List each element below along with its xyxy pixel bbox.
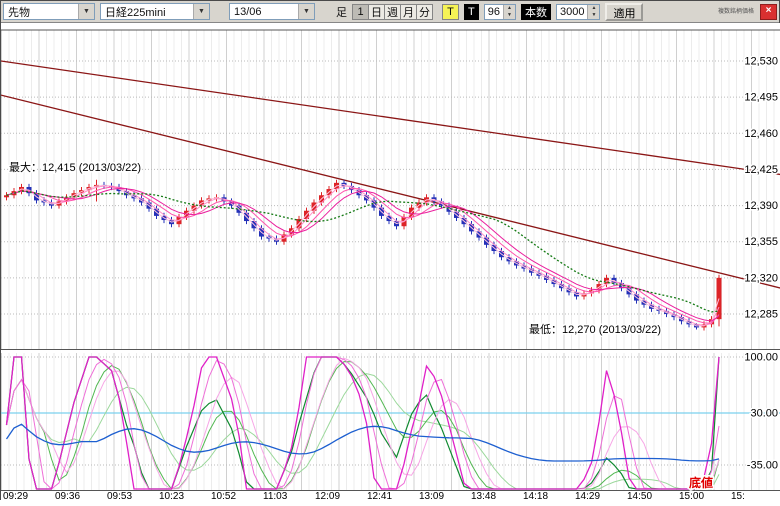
oscillator-layer (1, 357, 780, 489)
toolbar: 先物 ▼ 日経225mini ▼ 13/06 ▼ 足 1 日 週 月 分 T T… (1, 1, 779, 23)
period-button-1[interactable]: 1 (352, 4, 369, 20)
close-icon[interactable]: × (760, 4, 777, 20)
chart-area: 12,530 12,495 12,460 12,425 12,390 12,355 12,3… (1, 23, 780, 501)
toolbar-corner: 複数銘柄価格 × (718, 4, 777, 20)
spin-down-icon[interactable]: ▼ (504, 12, 515, 19)
bottom-price-annotation: 底値 (689, 475, 713, 490)
stepper-arrows: ▲ ▼ (587, 5, 599, 19)
svg-text:12,425: 12,425 (744, 164, 778, 176)
spin-up-icon[interactable]: ▲ (588, 5, 599, 12)
instrument-value: 先物 (8, 4, 30, 20)
chart-window: 先物 ▼ 日経225mini ▼ 13/06 ▼ 足 1 日 週 月 分 T T… (0, 0, 780, 500)
dropdown-arrow-icon[interactable]: ▼ (298, 4, 314, 19)
dropdown-arrow-icon[interactable]: ▼ (78, 4, 94, 19)
svg-text:12,495: 12,495 (744, 92, 778, 104)
contract-month-select[interactable]: 13/06 ▼ (229, 3, 315, 20)
oscillator-axis: 100.00 30.00 -35.00 (744, 352, 778, 472)
svg-text:100.00: 100.00 (744, 352, 778, 364)
tick-count-value: 96 (485, 5, 503, 19)
ma-ribbon-layer (7, 184, 720, 326)
corner-caption: 複数銘柄価格 (718, 9, 758, 15)
price-axis: 12,530 12,495 12,460 12,425 12,390 12,355 12,3… (744, 56, 778, 321)
oscillator-blue-line (7, 424, 720, 461)
long-ma-lower (1, 95, 780, 288)
stepper-arrows: ▲ ▼ (503, 5, 515, 19)
period-button-minute[interactable]: 分 (416, 4, 433, 20)
svg-text:12,285: 12,285 (744, 309, 778, 321)
apply-button[interactable]: 適用 (605, 3, 643, 21)
trend-ma-layer (1, 61, 780, 288)
period-button-month[interactable]: 月 (400, 4, 417, 20)
contract-month-value: 13/06 (234, 6, 262, 18)
tick-toggle-button[interactable]: T (442, 4, 459, 20)
price-chart-svg: 12,530 12,495 12,460 12,425 12,390 12,355 12,3… (1, 23, 780, 501)
period-label: 足 (336, 4, 347, 20)
bar-count-stepper[interactable]: 3000 ▲ ▼ (556, 4, 600, 20)
min-annotation: 最低：12,270 (2013/03/22) (529, 323, 661, 336)
candles-layer (4, 180, 722, 331)
svg-text:12,320: 12,320 (744, 272, 778, 284)
svg-text:12,355: 12,355 (744, 236, 778, 248)
instrument-select[interactable]: 先物 ▼ (3, 3, 95, 20)
period-button-group: 1 日 週 月 分 (352, 4, 433, 20)
max-annotation: 最大：12,415 (2013/03/22) (9, 160, 141, 174)
dropdown-arrow-icon[interactable]: ▼ (193, 4, 209, 19)
tick-label: T (464, 4, 479, 20)
bar-count-value: 3000 (557, 5, 587, 19)
period-button-week[interactable]: 週 (384, 4, 401, 20)
spin-down-icon[interactable]: ▼ (588, 12, 599, 19)
long-ma-upper (1, 61, 780, 175)
grid-layer (1, 30, 780, 491)
svg-text:12,390: 12,390 (744, 200, 778, 212)
svg-text:-35.00: -35.00 (747, 460, 778, 472)
bar-count-label: 本数 (521, 4, 551, 20)
period-button-day[interactable]: 日 (368, 4, 385, 20)
svg-text:12,530: 12,530 (744, 56, 778, 68)
symbol-select[interactable]: 日経225mini ▼ (100, 3, 210, 20)
tick-count-stepper[interactable]: 96 ▲ ▼ (484, 4, 516, 20)
green-ma-line (7, 191, 720, 312)
svg-text:30.00: 30.00 (750, 408, 778, 420)
svg-text:12,460: 12,460 (744, 128, 778, 140)
symbol-value: 日経225mini (105, 4, 166, 20)
spin-up-icon[interactable]: ▲ (504, 5, 515, 12)
